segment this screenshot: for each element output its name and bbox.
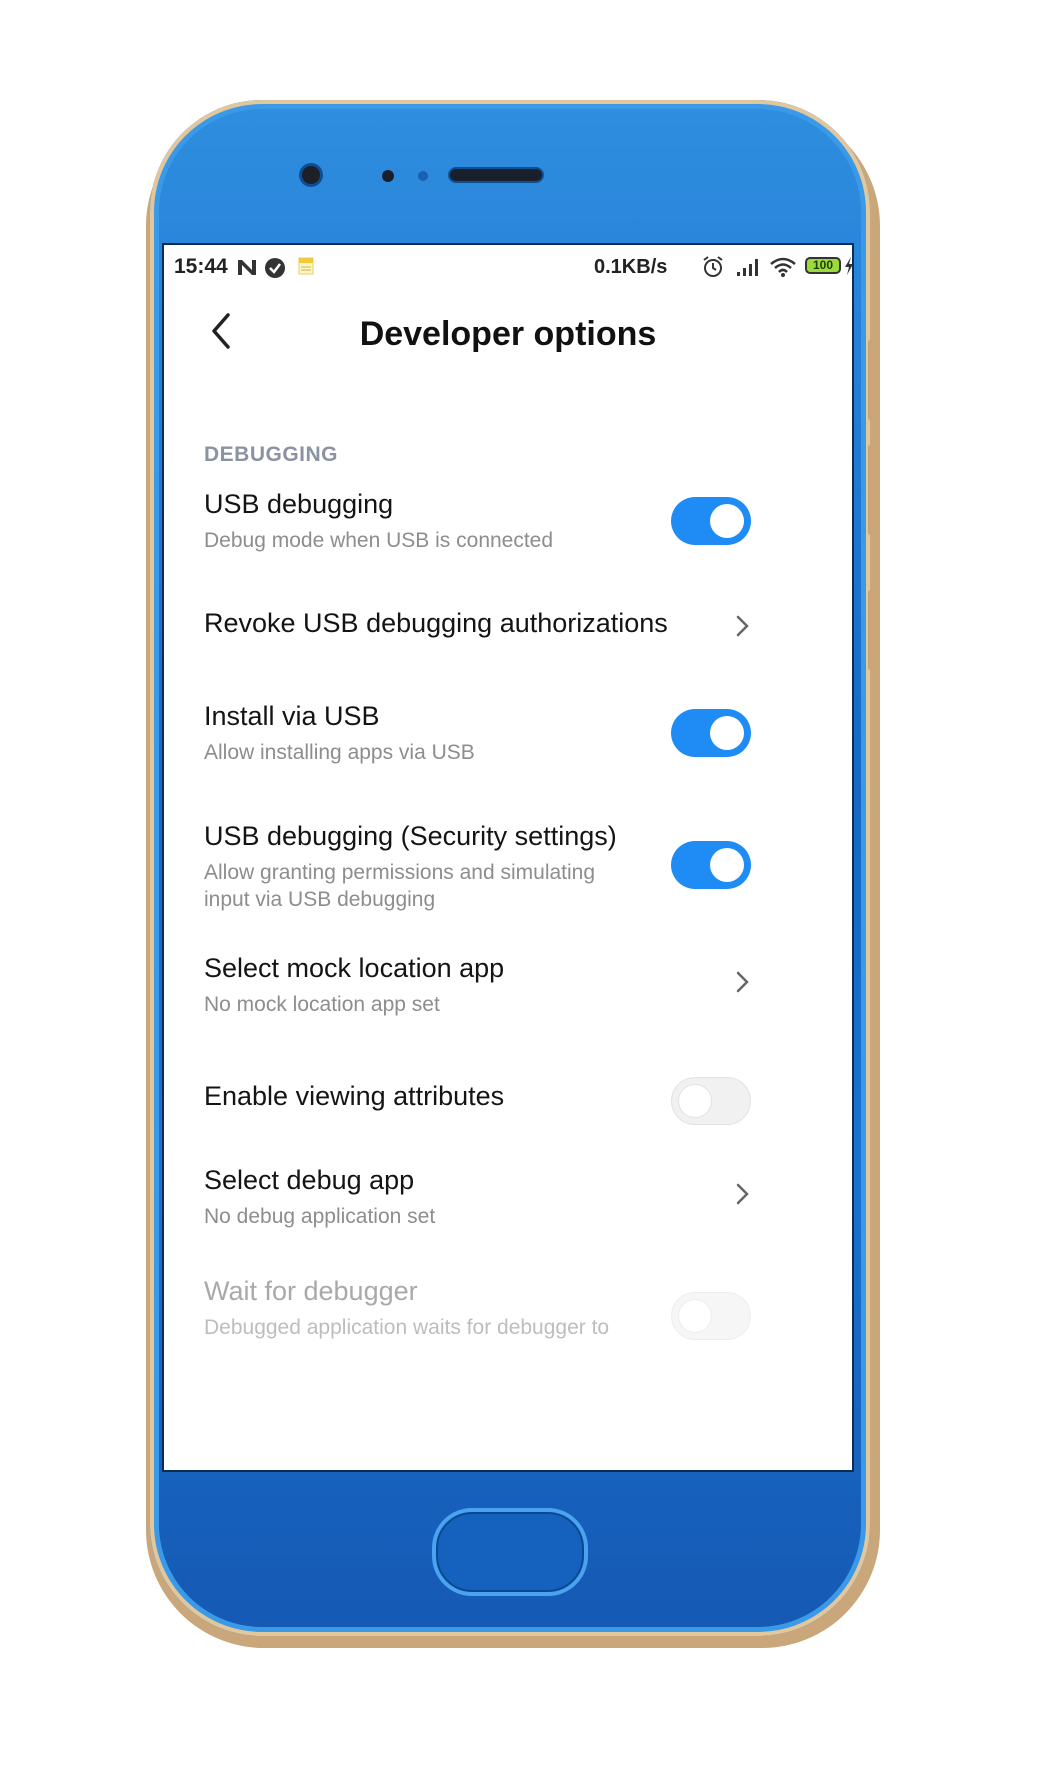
setting-wait-for-debugger: Wait for debugger Debugged application w… bbox=[164, 1260, 852, 1380]
setting-subtitle: Debug mode when USB is connected bbox=[204, 529, 554, 552]
volume-up-button bbox=[868, 340, 873, 420]
power-button bbox=[868, 590, 873, 670]
alarm-icon bbox=[703, 256, 723, 277]
earpiece-speaker bbox=[450, 169, 542, 181]
usb-debugging-security-toggle[interactable] bbox=[671, 841, 751, 889]
setting-subtitle: Allow granting permissions and simulatin… bbox=[204, 861, 596, 911]
setting-enable-viewing-attributes[interactable]: Enable viewing attributes bbox=[164, 1053, 852, 1153]
battery-icon: 100 bbox=[805, 257, 841, 274]
setting-select-mock-location-app[interactable]: Select mock location app No mock locatio… bbox=[164, 933, 852, 1043]
phone-screen: 15:44 0.1KB/s 100 Developer options DEBU… bbox=[162, 243, 854, 1472]
setting-title: Select mock location app bbox=[204, 953, 505, 983]
charging-icon bbox=[845, 257, 852, 275]
volume-down-button bbox=[868, 445, 873, 535]
signal-icon bbox=[737, 259, 758, 276]
wait-for-debugger-toggle bbox=[671, 1292, 751, 1340]
setting-subtitle: Allow installing apps via USB bbox=[204, 741, 475, 764]
setting-title: Enable viewing attributes bbox=[204, 1081, 505, 1111]
check-circle-icon bbox=[265, 258, 285, 278]
setting-title: USB debugging bbox=[204, 489, 394, 519]
home-button[interactable] bbox=[432, 1508, 588, 1596]
setting-revoke-usb-authorizations[interactable]: Revoke USB debugging authorizations bbox=[164, 580, 852, 680]
setting-subtitle: Debugged application waits for debugger … bbox=[204, 1316, 610, 1339]
chevron-right-icon bbox=[736, 1183, 749, 1205]
install-via-usb-toggle[interactable] bbox=[671, 709, 751, 757]
setting-select-debug-app[interactable]: Select debug app No debug application se… bbox=[164, 1145, 852, 1255]
top-app-bar: Developer options bbox=[164, 295, 852, 375]
setting-subtitle: No mock location app set bbox=[204, 993, 440, 1016]
chevron-right-icon bbox=[736, 615, 749, 637]
setting-title: Install via USB bbox=[204, 701, 380, 731]
proximity-sensor bbox=[382, 170, 394, 182]
note-icon bbox=[298, 257, 314, 275]
setting-usb-debugging[interactable]: USB debugging Debug mode when USB is con… bbox=[164, 463, 852, 567]
battery-level: 100 bbox=[812, 258, 834, 272]
setting-title: Select debug app bbox=[204, 1165, 415, 1195]
n-notification-icon bbox=[238, 260, 256, 275]
setting-title: USB debugging (Security settings) bbox=[204, 821, 617, 851]
front-camera bbox=[302, 166, 320, 184]
light-sensor bbox=[418, 171, 428, 181]
setting-title: Wait for debugger bbox=[204, 1276, 418, 1306]
setting-usb-debugging-security[interactable]: USB debugging (Security settings) Allow … bbox=[164, 793, 852, 923]
status-bar: 15:44 0.1KB/s 100 bbox=[164, 245, 852, 291]
network-speed: 0.1KB/s bbox=[594, 256, 668, 278]
status-time: 15:44 bbox=[174, 255, 228, 278]
enable-viewing-attributes-toggle[interactable] bbox=[671, 1077, 751, 1125]
setting-install-via-usb[interactable]: Install via USB Allow installing apps vi… bbox=[164, 675, 852, 785]
setting-title: Revoke USB debugging authorizations bbox=[204, 608, 668, 638]
wifi-icon bbox=[770, 257, 796, 277]
chevron-right-icon bbox=[736, 971, 749, 993]
setting-subtitle: No debug application set bbox=[204, 1205, 436, 1228]
usb-debugging-toggle[interactable] bbox=[671, 497, 751, 545]
page-title: Developer options bbox=[359, 315, 657, 353]
